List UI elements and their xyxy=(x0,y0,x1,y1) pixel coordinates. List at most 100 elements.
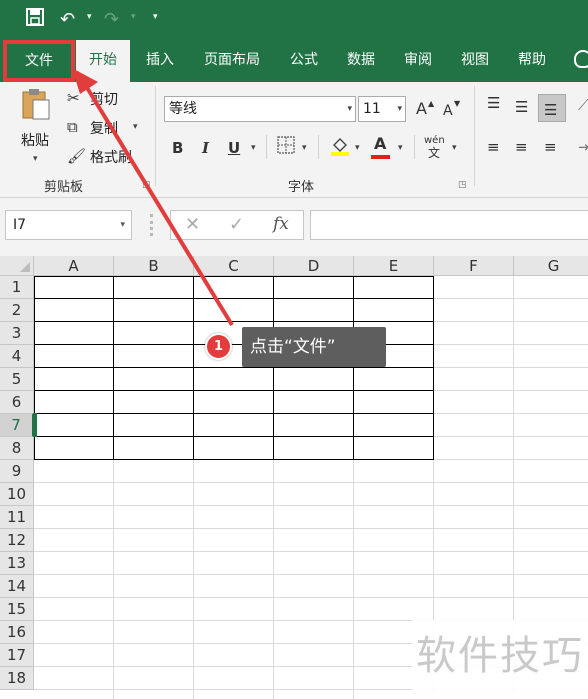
row-header[interactable]: 18 xyxy=(0,667,34,690)
row-header[interactable]: 2 xyxy=(0,299,34,322)
row-header[interactable]: 11 xyxy=(0,506,34,529)
tab-insert[interactable]: 插入 xyxy=(136,40,184,82)
row-header[interactable]: 16 xyxy=(0,621,34,644)
format-painter-button[interactable]: 格式刷 xyxy=(90,147,132,167)
gridline xyxy=(34,482,588,483)
customize-qat-icon[interactable]: ▾ xyxy=(153,12,158,22)
row-header[interactable]: 1 xyxy=(0,276,34,299)
clipboard-launcher-icon[interactable]: ◳ xyxy=(142,180,151,190)
phonetic-dropdown-icon[interactable]: ▾ xyxy=(452,143,457,153)
paste-dropdown-icon[interactable]: ▾ xyxy=(33,154,38,164)
copy-dropdown-icon[interactable]: ▾ xyxy=(133,122,138,132)
name-box-value: I7 xyxy=(13,217,27,233)
row-header[interactable]: 17 xyxy=(0,644,34,667)
align-right-icon[interactable]: ≡ xyxy=(544,138,557,156)
splitter-handle[interactable] xyxy=(150,214,153,236)
italic-button[interactable]: I xyxy=(202,139,209,157)
gridline xyxy=(34,597,588,598)
fill-color-dropdown-icon[interactable]: ▾ xyxy=(355,143,360,153)
tab-review[interactable]: 审阅 xyxy=(394,40,442,82)
font-size-value: 11 xyxy=(363,101,381,117)
insert-function-button[interactable]: fx xyxy=(273,214,289,234)
column-header[interactable]: F xyxy=(434,256,514,276)
cut-button[interactable]: 剪切 xyxy=(90,89,118,109)
row-header[interactable]: 9 xyxy=(0,460,34,483)
formula-input[interactable] xyxy=(310,210,588,240)
cell-border xyxy=(353,276,354,460)
ribbon-home: 粘贴 ▾ ✂ 剪切 ⧉ 复制 ▾ 🖌 格式刷 剪贴板 ◳ 等线 ▾ 11 ▾ A… xyxy=(0,82,588,198)
font-name-combo[interactable]: 等线 ▾ xyxy=(164,96,356,122)
row-header[interactable]: 7 xyxy=(0,414,34,437)
row-header[interactable]: 6 xyxy=(0,391,34,414)
column-header[interactable]: G xyxy=(514,256,588,276)
cancel-icon[interactable]: ✕ xyxy=(185,214,200,235)
divider xyxy=(266,135,267,159)
undo-dropdown-icon[interactable]: ▾ xyxy=(87,12,92,22)
align-left-icon[interactable]: ≡ xyxy=(487,138,500,156)
align-bottom-icon: ☰ xyxy=(544,101,558,119)
row-header[interactable]: 4 xyxy=(0,345,34,368)
name-box[interactable]: I7 ▾ xyxy=(5,210,132,240)
orientation-icon[interactable]: ⟋ xyxy=(578,96,588,114)
align-bottom-button[interactable]: ☰ xyxy=(538,94,566,122)
tab-help[interactable]: 帮助 xyxy=(508,40,556,82)
font-color-button[interactable]: A xyxy=(374,135,386,153)
row-header[interactable]: 8 xyxy=(0,437,34,460)
align-middle-icon[interactable]: ☰ xyxy=(515,98,528,116)
row-header[interactable]: 3 xyxy=(0,322,34,345)
tab-page-layout[interactable]: 页面布局 xyxy=(194,40,270,82)
font-color-swatch xyxy=(371,155,390,159)
shrink-font-button[interactable]: A xyxy=(443,102,453,120)
tab-file[interactable]: 文件 xyxy=(3,40,75,82)
row-header[interactable]: 14 xyxy=(0,575,34,598)
lightbulb-icon[interactable] xyxy=(574,50,588,68)
divider xyxy=(318,135,319,159)
underline-button[interactable]: U xyxy=(228,139,240,157)
font-launcher-icon[interactable]: ◳ xyxy=(458,180,467,190)
tab-home[interactable]: 开始 xyxy=(76,40,130,82)
redo-icon[interactable]: ↷ xyxy=(104,8,119,32)
borders-icon[interactable] xyxy=(276,135,296,159)
row-header[interactable]: 13 xyxy=(0,552,34,575)
font-color-dropdown-icon[interactable]: ▾ xyxy=(398,143,403,153)
fill-color-icon[interactable] xyxy=(330,135,350,161)
annotation-callout: 点击“文件” xyxy=(242,327,386,367)
grow-arrow-icon: ▲ xyxy=(428,99,435,108)
row-header[interactable]: 12 xyxy=(0,529,34,552)
column-header[interactable]: A xyxy=(34,256,114,276)
enter-icon[interactable]: ✓ xyxy=(229,214,244,235)
row-header[interactable]: 15 xyxy=(0,598,34,621)
font-size-combo[interactable]: 11 ▾ xyxy=(358,96,406,122)
paste-icon[interactable] xyxy=(22,88,50,120)
row-header[interactable]: 5 xyxy=(0,368,34,391)
cell-border xyxy=(34,459,434,460)
underline-dropdown-icon[interactable]: ▾ xyxy=(251,143,256,153)
bold-button[interactable]: B xyxy=(172,139,183,157)
tab-data[interactable]: 数据 xyxy=(337,40,385,82)
tab-view[interactable]: 视图 xyxy=(451,40,499,82)
indent-icon[interactable]: ⇥ xyxy=(578,138,588,156)
align-center-icon[interactable]: ≡ xyxy=(515,138,528,156)
row-header[interactable]: 10 xyxy=(0,483,34,506)
redo-dropdown-icon[interactable]: ▾ xyxy=(131,12,136,22)
column-header[interactable]: B xyxy=(114,256,194,276)
grow-font-button[interactable]: A xyxy=(416,100,427,118)
undo-icon[interactable]: ↶ xyxy=(60,8,75,32)
cell-border xyxy=(34,276,434,277)
tab-formulas[interactable]: 公式 xyxy=(280,40,328,82)
save-icon[interactable] xyxy=(26,8,44,33)
align-top-icon[interactable]: ☰ xyxy=(487,94,500,112)
borders-dropdown-icon[interactable]: ▾ xyxy=(302,143,307,153)
select-all-button[interactable] xyxy=(0,256,34,276)
paste-button[interactable]: 粘贴 xyxy=(21,130,49,150)
chevron-down-icon: ▾ xyxy=(347,104,352,114)
cell-border xyxy=(34,321,434,322)
title-bar: ↶ ▾ ↷ ▾ ▾ xyxy=(0,0,588,40)
column-header[interactable]: E xyxy=(354,256,434,276)
cell-border xyxy=(273,276,274,460)
watermark: 软件技巧 xyxy=(412,620,588,699)
font-group-label: 字体 xyxy=(288,180,315,195)
copy-button[interactable]: 复制 xyxy=(90,118,118,138)
column-header[interactable]: C xyxy=(194,256,274,276)
column-header[interactable]: D xyxy=(274,256,354,276)
